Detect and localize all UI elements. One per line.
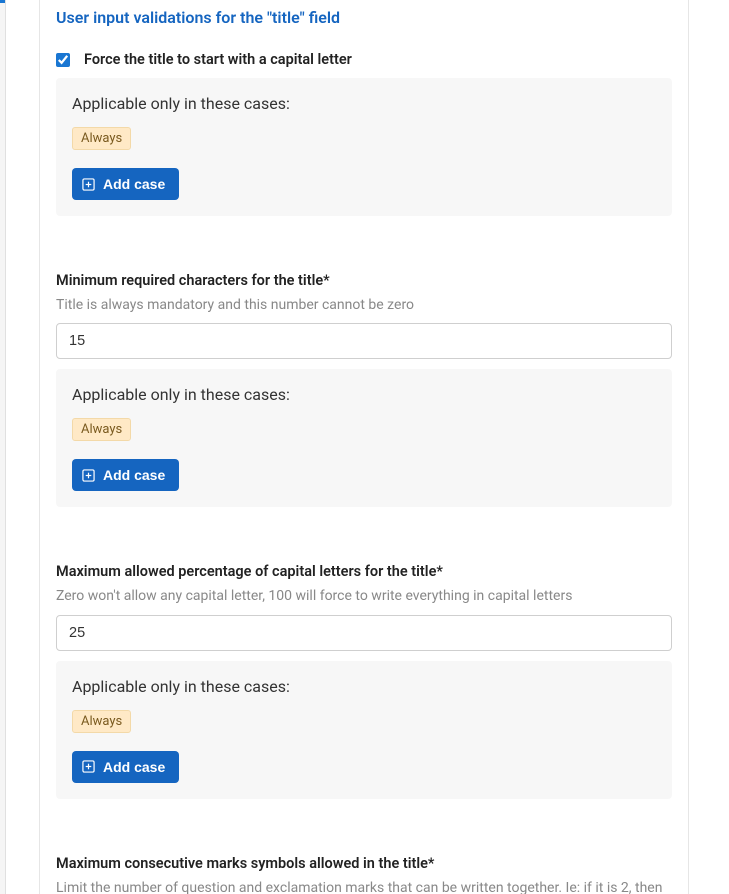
max-marks-label: Maximum consecutive marks symbols allowe… bbox=[56, 855, 672, 872]
applicable-heading: Applicable only in these cases: bbox=[72, 677, 656, 696]
add-case-button[interactable]: Add case bbox=[72, 168, 179, 200]
max-capital-pct-group: Maximum allowed percentage of capital le… bbox=[56, 563, 672, 660]
add-case-label: Add case bbox=[103, 176, 165, 192]
case-tag-always[interactable]: Always bbox=[72, 127, 131, 150]
force-capital-label: Force the title to start with a capital … bbox=[84, 51, 352, 68]
case-tag-always[interactable]: Always bbox=[72, 418, 131, 441]
min-chars-label: Minimum required characters for the titl… bbox=[56, 272, 672, 289]
max-capital-pct-cases-block: Applicable only in these cases: Always A… bbox=[56, 661, 672, 799]
max-capital-pct-hint: Zero won't allow any capital letter, 100… bbox=[56, 586, 672, 606]
plus-square-icon bbox=[82, 760, 95, 773]
plus-square-icon bbox=[82, 469, 95, 482]
add-case-label: Add case bbox=[103, 759, 165, 775]
applicable-heading: Applicable only in these cases: bbox=[72, 94, 656, 113]
applicable-heading: Applicable only in these cases: bbox=[72, 385, 656, 404]
form-panel: User input validations for the "title" f… bbox=[39, 0, 689, 894]
max-marks-group: Maximum consecutive marks symbols allowe… bbox=[56, 855, 672, 894]
section-title: User input validations for the "title" f… bbox=[56, 8, 672, 27]
max-capital-pct-label: Maximum allowed percentage of capital le… bbox=[56, 563, 672, 580]
plus-square-icon bbox=[82, 178, 95, 191]
outer-panel: User input validations for the "title" f… bbox=[5, 0, 729, 894]
case-tag-always[interactable]: Always bbox=[72, 710, 131, 733]
force-capital-cases-block: Applicable only in these cases: Always A… bbox=[56, 78, 672, 216]
min-chars-cases-block: Applicable only in these cases: Always A… bbox=[56, 369, 672, 507]
min-chars-group: Minimum required characters for the titl… bbox=[56, 272, 672, 369]
add-case-button[interactable]: Add case bbox=[72, 751, 179, 783]
max-marks-hint: Limit the number of question and exclama… bbox=[56, 878, 672, 894]
min-chars-hint: Title is always mandatory and this numbe… bbox=[56, 295, 672, 315]
max-capital-pct-input[interactable] bbox=[56, 615, 672, 651]
force-capital-checkbox[interactable] bbox=[56, 53, 70, 67]
add-case-button[interactable]: Add case bbox=[72, 459, 179, 491]
force-capital-row: Force the title to start with a capital … bbox=[56, 51, 672, 68]
min-chars-input[interactable] bbox=[56, 323, 672, 359]
add-case-label: Add case bbox=[103, 467, 165, 483]
